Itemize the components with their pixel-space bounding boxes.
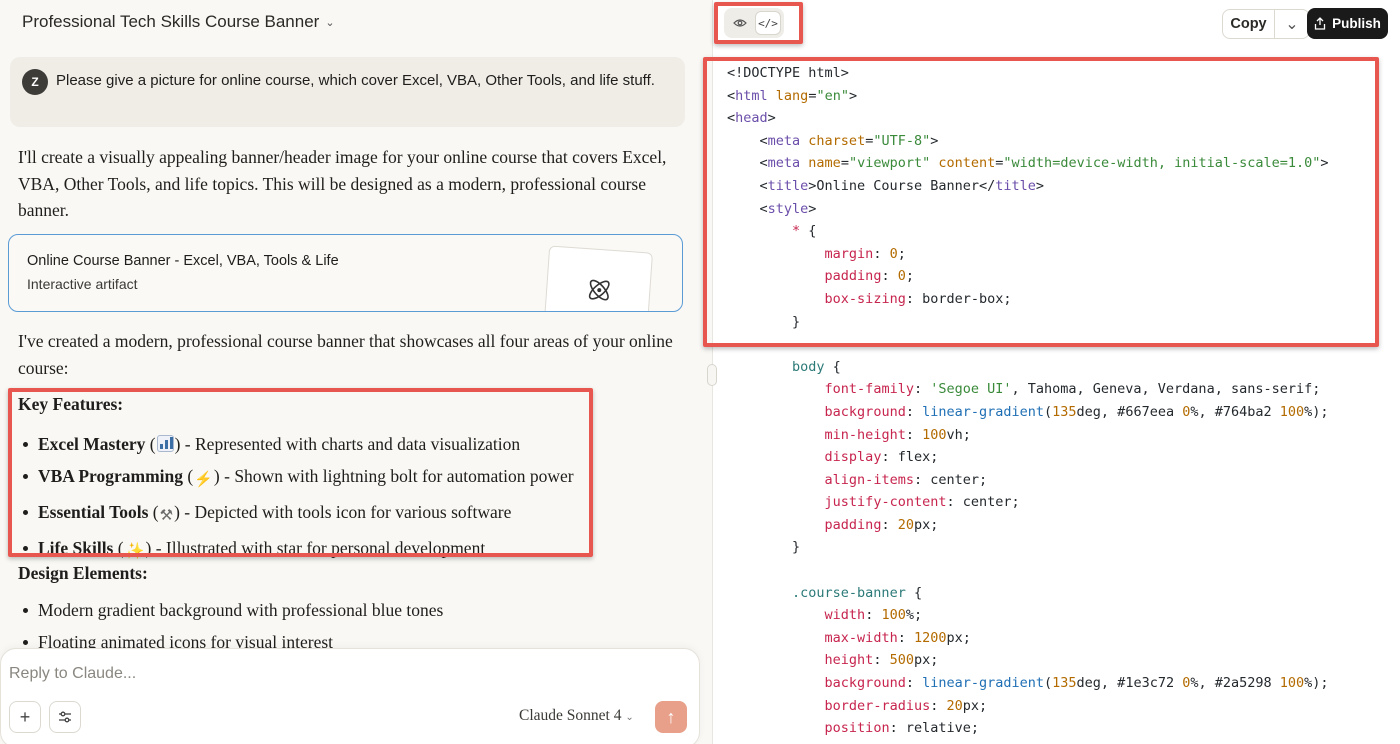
code-line: background: linear-gradient(135deg, #1e3… bbox=[824, 675, 1329, 692]
avatar: Z bbox=[22, 69, 48, 95]
reply-box[interactable]: Reply to Claude... + Claude Sonnet 4 ⌄ ↑ bbox=[0, 648, 700, 744]
preview-tab[interactable] bbox=[727, 11, 753, 35]
code-line: <style> bbox=[727, 200, 817, 217]
code-line: <head> bbox=[727, 110, 776, 127]
artifact-panel: </> Copy ⌄ Publish <!DOCTYPE html> <html … bbox=[707, 0, 1400, 744]
code-view: <!DOCTYPE html> <html lang="en"> <head> <m… bbox=[727, 62, 1387, 740]
share-icon bbox=[1314, 17, 1326, 30]
code-line: border-radius: 20px; bbox=[824, 697, 988, 714]
feature-description: ) - Represented with charts and data vis… bbox=[174, 434, 521, 454]
design-elements-heading: Design Elements: bbox=[18, 563, 148, 583]
code-tab[interactable]: </> bbox=[755, 11, 781, 35]
user-message-text: Please give a picture for online course,… bbox=[56, 72, 655, 89]
code-line: * { bbox=[792, 223, 817, 240]
code-line: padding: 20px; bbox=[824, 516, 939, 533]
send-button[interactable]: ↑ bbox=[655, 701, 687, 733]
code-line: font-family: 'Segoe UI', Tahoma, Geneva,… bbox=[824, 381, 1321, 398]
copy-options-button[interactable]: ⌄ bbox=[1275, 10, 1309, 38]
code-line: <!DOCTYPE html> bbox=[727, 65, 849, 81]
code-line: padding: 0; bbox=[824, 268, 914, 285]
model-name: Claude bbox=[519, 707, 563, 724]
feature-description: ) - Depicted with tools icon for various… bbox=[174, 502, 512, 522]
reply-input[interactable]: Reply to Claude... bbox=[9, 665, 136, 683]
list-item: Essential Tools (⚒) - Depicted with tool… bbox=[18, 496, 668, 532]
publish-button[interactable]: Publish bbox=[1307, 8, 1388, 39]
key-features-heading: Key Features: bbox=[18, 394, 124, 414]
lightning-icon: ⚡ bbox=[194, 472, 213, 488]
artifact-title: Online Course Banner - Excel, VBA, Tools… bbox=[27, 253, 339, 269]
chevron-down-icon: ⌄ bbox=[1285, 16, 1299, 33]
code-line: <meta name="viewport" content="width=dev… bbox=[727, 155, 1329, 172]
code-line: justify-content: center; bbox=[824, 494, 1020, 511]
tools-icon: ⚒ bbox=[159, 508, 174, 524]
feature-name: VBA Programming bbox=[38, 466, 184, 486]
list-item: Modern gradient background with professi… bbox=[18, 594, 668, 626]
feature-name: Excel Mastery bbox=[38, 434, 146, 454]
resize-handle[interactable] bbox=[707, 364, 717, 386]
code-line: <title>Online Course Banner</title> bbox=[727, 177, 1045, 194]
code-line: } bbox=[727, 313, 801, 330]
assistant-intro-text: I'll create a visually appealing banner/… bbox=[18, 147, 667, 220]
code-icon: </> bbox=[758, 16, 778, 30]
code-line: position: relative; bbox=[824, 720, 979, 737]
code-line: min-height: 100vh; bbox=[824, 426, 971, 443]
model-selector[interactable]: Claude Sonnet 4 ⌄ bbox=[519, 707, 634, 725]
bar-chart-icon bbox=[156, 435, 174, 452]
list-item: VBA Programming (⚡) - Shown with lightni… bbox=[18, 460, 668, 496]
chat-pane: Professional Tech Skills Course Banner ⌄… bbox=[0, 0, 712, 744]
feature-description: ) - Illustrated with star for personal d… bbox=[145, 538, 486, 558]
code-line: background: linear-gradient(135deg, #667… bbox=[824, 403, 1329, 420]
artifact-card[interactable]: Online Course Banner - Excel, VBA, Tools… bbox=[8, 234, 683, 312]
code-line: <html lang="en"> bbox=[727, 87, 858, 104]
view-toggle[interactable]: </> bbox=[724, 8, 784, 38]
code-line: width: 100%; bbox=[824, 607, 923, 624]
copy-button-group[interactable]: Copy ⌄ bbox=[1222, 9, 1310, 39]
code-line: .course-banner { bbox=[792, 584, 923, 601]
code-line: display: flex; bbox=[824, 449, 939, 466]
code-line: height: 500px; bbox=[824, 652, 939, 669]
chat-title: Professional Tech Skills Course Banner bbox=[22, 12, 320, 31]
artifact-preview-thumbnail bbox=[542, 245, 654, 311]
feature-name: Essential Tools bbox=[38, 502, 149, 522]
chevron-down-icon: ⌄ bbox=[625, 712, 634, 723]
model-version: Sonnet 4 bbox=[566, 707, 622, 724]
copy-button[interactable]: Copy bbox=[1223, 10, 1275, 38]
code-line: <meta charset="UTF-8"> bbox=[727, 132, 939, 149]
tools-button[interactable] bbox=[49, 701, 81, 733]
user-message: Z Please give a picture for online cours… bbox=[10, 57, 685, 127]
add-button[interactable]: + bbox=[9, 701, 41, 733]
sliders-icon bbox=[59, 711, 71, 723]
arrow-up-icon: ↑ bbox=[666, 706, 676, 727]
plus-icon: + bbox=[19, 706, 31, 727]
code-line: box-sizing: border-box; bbox=[824, 290, 1012, 307]
eye-icon bbox=[733, 19, 747, 27]
code-line: max-width: 1200px; bbox=[824, 629, 971, 646]
publish-label: Publish bbox=[1332, 16, 1381, 31]
assistant-summary-text: I've created a modern, professional cour… bbox=[18, 331, 673, 378]
code-line: align-items: center; bbox=[824, 471, 988, 488]
artifact-subtitle: Interactive artifact bbox=[27, 276, 138, 292]
chat-title-dropdown[interactable]: Professional Tech Skills Course Banner ⌄ bbox=[22, 12, 335, 32]
feature-description: ) - Shown with lightning bolt for automa… bbox=[213, 466, 574, 486]
feature-name: Life Skills bbox=[38, 538, 114, 558]
code-line: margin: 0; bbox=[824, 245, 906, 262]
code-line: body { bbox=[792, 358, 841, 375]
list-item: Excel Mastery () - Represented with char… bbox=[18, 428, 668, 460]
key-features-list: Excel Mastery () - Represented with char… bbox=[18, 428, 668, 568]
atom-icon bbox=[588, 279, 610, 301]
code-line: } bbox=[727, 539, 801, 556]
chevron-down-icon: ⌄ bbox=[325, 16, 335, 29]
